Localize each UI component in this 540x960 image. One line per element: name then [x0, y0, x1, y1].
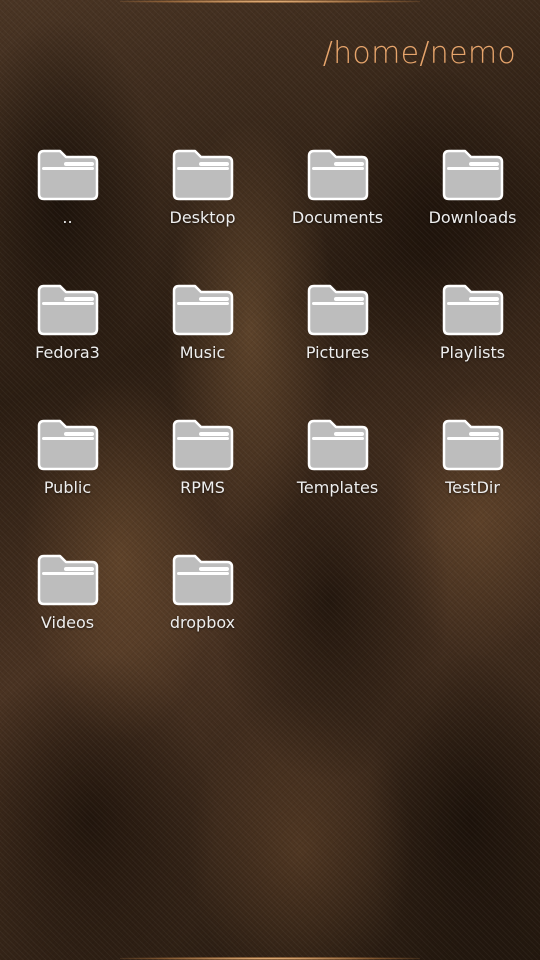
folder-grid: .. Desktop Documents Downloads Fedora3 M… [0, 148, 540, 688]
folder-label: RPMS [180, 478, 225, 497]
folder-icon [37, 554, 98, 606]
folder-item-rpms[interactable]: RPMS [135, 418, 270, 553]
folder-icon [307, 284, 368, 336]
folder-item-documents[interactable]: Documents [270, 148, 405, 283]
folder-icon [37, 284, 98, 336]
folder-item-fedora3[interactable]: Fedora3 [0, 283, 135, 418]
current-path-title: /home/nemo [322, 36, 516, 71]
folder-label: Music [179, 343, 226, 362]
folder-item-playlists[interactable]: Playlists [405, 283, 540, 418]
folder-label: Fedora3 [35, 343, 100, 362]
folder-label: Documents [291, 208, 384, 227]
folder-label: Templates [296, 478, 379, 497]
folder-item-desktop[interactable]: Desktop [135, 148, 270, 283]
top-edge-glow [120, 0, 420, 3]
folder-item-videos[interactable]: Videos [0, 553, 135, 688]
folder-label: TestDir [445, 478, 500, 497]
folder-label: Downloads [428, 208, 517, 227]
folder-icon [442, 284, 503, 336]
folder-item-pictures[interactable]: Pictures [270, 283, 405, 418]
folder-item-public[interactable]: Public [0, 418, 135, 553]
folder-icon [172, 149, 233, 201]
folder-label: .. [62, 208, 73, 227]
folder-icon [307, 149, 368, 201]
folder-item-templates[interactable]: Templates [270, 418, 405, 553]
folder-item-downloads[interactable]: Downloads [405, 148, 540, 283]
folder-item-testdir[interactable]: TestDir [405, 418, 540, 553]
folder-icon [37, 149, 98, 201]
folder-label: Playlists [439, 343, 506, 362]
folder-label: Videos [40, 613, 95, 632]
folder-label: Pictures [305, 343, 370, 362]
folder-label: dropbox [169, 613, 236, 632]
folder-icon [442, 149, 503, 201]
folder-item-parent[interactable]: .. [0, 148, 135, 283]
folder-label: Public [43, 478, 92, 497]
folder-label: Desktop [169, 208, 236, 227]
folder-icon [172, 554, 233, 606]
folder-item-dropbox[interactable]: dropbox [135, 553, 270, 688]
folder-icon [442, 419, 503, 471]
folder-icon [307, 419, 368, 471]
folder-icon [37, 419, 98, 471]
folder-item-music[interactable]: Music [135, 283, 270, 418]
folder-icon [172, 419, 233, 471]
folder-icon [172, 284, 233, 336]
